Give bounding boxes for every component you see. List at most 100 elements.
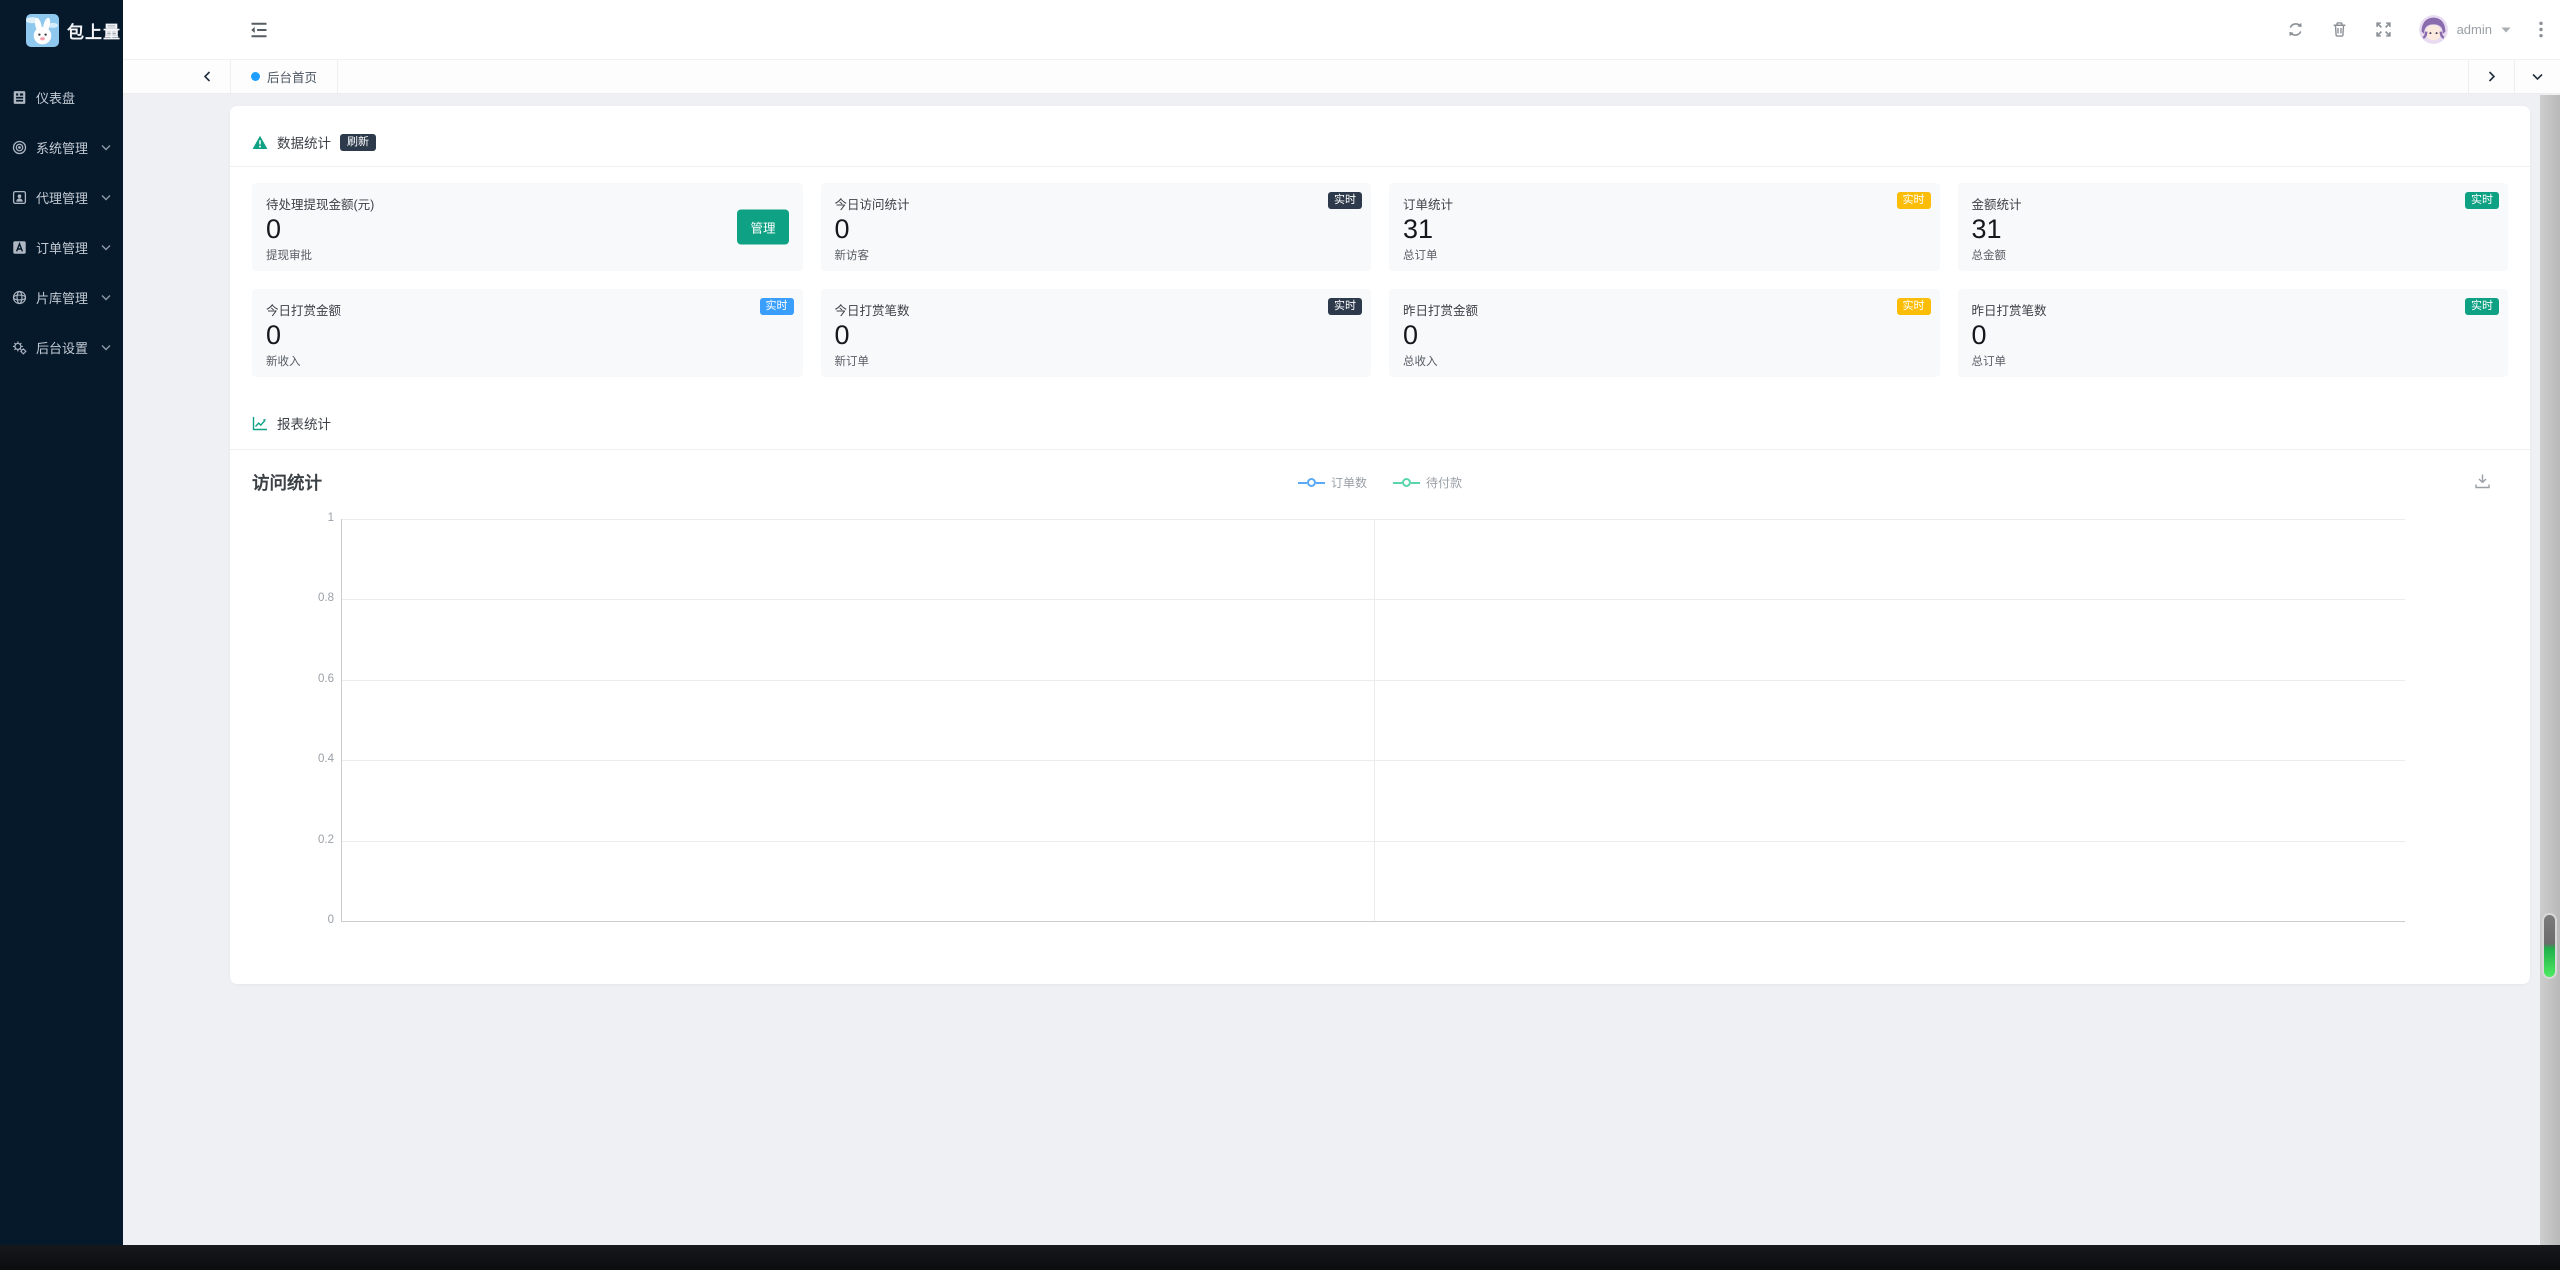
stat-card-title: 今日打赏笔数 <box>834 304 910 318</box>
stat-card-today-reward-count: 今日打赏笔数 0 新订单 实时 <box>820 289 1371 377</box>
tabs-scroll-left-button[interactable] <box>185 60 231 93</box>
refresh-badge[interactable]: 刷新 <box>340 133 376 151</box>
tab-active-dot <box>251 72 260 81</box>
username: admin <box>2456 22 2492 37</box>
sidebar-collapse-icon[interactable] <box>249 20 269 40</box>
stat-card-sublabel: 总订单 <box>1971 356 2007 368</box>
stat-card-value: 0 <box>266 320 282 350</box>
stat-card-value: 0 <box>1403 320 1419 350</box>
legend-item-orders[interactable]: 订单数 <box>1297 474 1367 491</box>
stat-card-title: 昨日打赏笔数 <box>1971 304 2047 318</box>
stat-card-sublabel: 总收入 <box>1403 356 1438 368</box>
stat-card-sublabel: 新订单 <box>834 356 870 368</box>
main-content: 数据统计 刷新 待处理提现金额(元) 0 提现审批 管理 今日访问统计 0 新访… <box>123 95 2540 1245</box>
chevron-left-icon <box>202 71 213 82</box>
sidebar-item-label: 仪表盘 <box>36 90 76 106</box>
sidebar-item-agent[interactable]: 代理管理 <box>0 172 123 222</box>
sidebar: 包上量 仪表盘 系统管理 代理管理 订单管理 片库管理 后台设置 <box>0 0 123 1245</box>
download-chart-icon[interactable] <box>2473 472 2492 491</box>
report-section-title: 报表统计 <box>277 417 331 432</box>
gridline-vertical <box>1373 519 1375 921</box>
stat-card-title: 金额统计 <box>1971 198 2022 212</box>
order-icon <box>12 240 27 255</box>
stats-section-header: 数据统计 刷新 <box>230 106 2530 166</box>
sidebar-item-label: 订单管理 <box>36 240 89 256</box>
chevron-down-icon <box>101 294 111 301</box>
stat-card-visits: 今日访问统计 0 新访客 实时 <box>820 183 1371 271</box>
legend-label: 订单数 <box>1330 476 1367 490</box>
tab-label: 后台首页 <box>267 71 318 85</box>
realtime-badge: 实时 <box>2465 298 2499 315</box>
y-axis-tick: 0 <box>327 914 334 926</box>
stat-card-yesterday-reward-count: 昨日打赏笔数 0 总订单 实时 <box>1957 289 2508 377</box>
manage-button[interactable]: 管理 <box>737 209 789 245</box>
system-icon <box>12 140 27 155</box>
realtime-badge: 实时 <box>2465 192 2499 209</box>
report-section-header: 报表统计 <box>230 377 2530 449</box>
stats-section-title: 数据统计 <box>277 136 331 151</box>
trash-icon[interactable] <box>2331 21 2348 38</box>
tabs-scroll-right-button[interactable] <box>2468 60 2514 93</box>
stat-card-value: 0 <box>834 214 850 244</box>
tab-spacer <box>338 60 2468 93</box>
scrollbar-thumb[interactable] <box>2542 913 2557 979</box>
stat-card-sublabel: 总订单 <box>1403 250 1438 262</box>
realtime-badge: 实时 <box>1328 192 1362 209</box>
stat-card-today-reward-amount: 今日打赏金额 0 新收入 实时 <box>252 289 803 377</box>
y-axis-tick: 0.4 <box>318 753 334 766</box>
sidebar-item-label: 代理管理 <box>36 190 89 206</box>
chevron-down-icon <box>2532 71 2543 82</box>
stat-card-value: 0 <box>834 320 850 350</box>
sidebar-item-settings[interactable]: 后台设置 <box>0 322 123 372</box>
chevron-down-icon <box>101 244 111 251</box>
sidebar-item-orders[interactable]: 订单管理 <box>0 222 123 272</box>
library-icon <box>12 290 27 305</box>
legend-label: 待付款 <box>1426 476 1463 490</box>
tab-bar: 后台首页 <box>123 60 2560 94</box>
sidebar-item-dashboard[interactable]: 仪表盘 <box>0 72 123 122</box>
user-avatar <box>2418 15 2448 44</box>
stat-card-title: 今日打赏金额 <box>266 304 342 318</box>
chart-title: 访问统计 <box>252 473 322 493</box>
user-menu[interactable]: admin <box>2418 15 2511 44</box>
refresh-icon[interactable] <box>2287 21 2304 38</box>
y-axis-tick: 1 <box>327 512 334 524</box>
sidebar-item-library[interactable]: 片库管理 <box>0 272 123 322</box>
stat-card-value: 0 <box>1971 320 1987 350</box>
settings-icon <box>12 340 27 355</box>
fullscreen-icon[interactable] <box>2375 21 2392 38</box>
stat-card-orders: 订单统计 31 总订单 实时 <box>1389 183 1940 271</box>
sidebar-menu: 仪表盘 系统管理 代理管理 订单管理 片库管理 后台设置 <box>0 72 123 372</box>
tab-home[interactable]: 后台首页 <box>231 60 339 93</box>
more-options-icon[interactable] <box>2538 21 2544 38</box>
top-header: admin <box>123 0 2560 60</box>
chevron-down-icon <box>101 194 111 201</box>
visit-stats-chart: 1 0.8 0.6 0.4 0.2 0 <box>318 512 2405 926</box>
stat-card-sublabel: 新访客 <box>834 250 870 262</box>
sidebar-item-label: 片库管理 <box>36 290 89 306</box>
app-logo[interactable]: 包上量 <box>0 0 123 60</box>
stat-card-value: 31 <box>1971 214 2002 244</box>
stat-card-title: 待处理提现金额(元) <box>266 198 375 212</box>
chevron-down-icon <box>101 344 111 351</box>
sidebar-item-label: 系统管理 <box>36 140 89 156</box>
stat-card-sublabel: 总金额 <box>1971 250 2007 262</box>
warning-triangle-icon <box>252 135 268 150</box>
stat-card-title: 订单统计 <box>1403 198 1454 212</box>
legend-item-pending[interactable]: 待付款 <box>1393 474 1462 491</box>
topbar-actions: admin <box>2287 15 2560 44</box>
stat-card-yesterday-reward-amount: 昨日打赏金额 0 总收入 实时 <box>1389 289 1940 377</box>
stat-card-amount: 金额统计 31 总金额 实时 <box>1957 183 2508 271</box>
realtime-badge: 实时 <box>759 298 794 315</box>
stats-cards: 待处理提现金额(元) 0 提现审批 管理 今日访问统计 0 新访客 实时 订单统… <box>230 167 2530 377</box>
realtime-badge: 实时 <box>1896 192 1931 209</box>
tabs-menu-button[interactable] <box>2514 60 2560 93</box>
stat-card-value: 31 <box>1403 214 1434 244</box>
agent-icon <box>12 190 27 205</box>
stat-card-title: 今日访问统计 <box>834 198 910 212</box>
chevron-right-icon <box>2486 71 2497 82</box>
sidebar-item-system[interactable]: 系统管理 <box>0 122 123 172</box>
y-axis-tick: 0.6 <box>318 672 334 685</box>
scrollbar-track[interactable] <box>2540 95 2560 1245</box>
legend-marker <box>1297 478 1325 487</box>
